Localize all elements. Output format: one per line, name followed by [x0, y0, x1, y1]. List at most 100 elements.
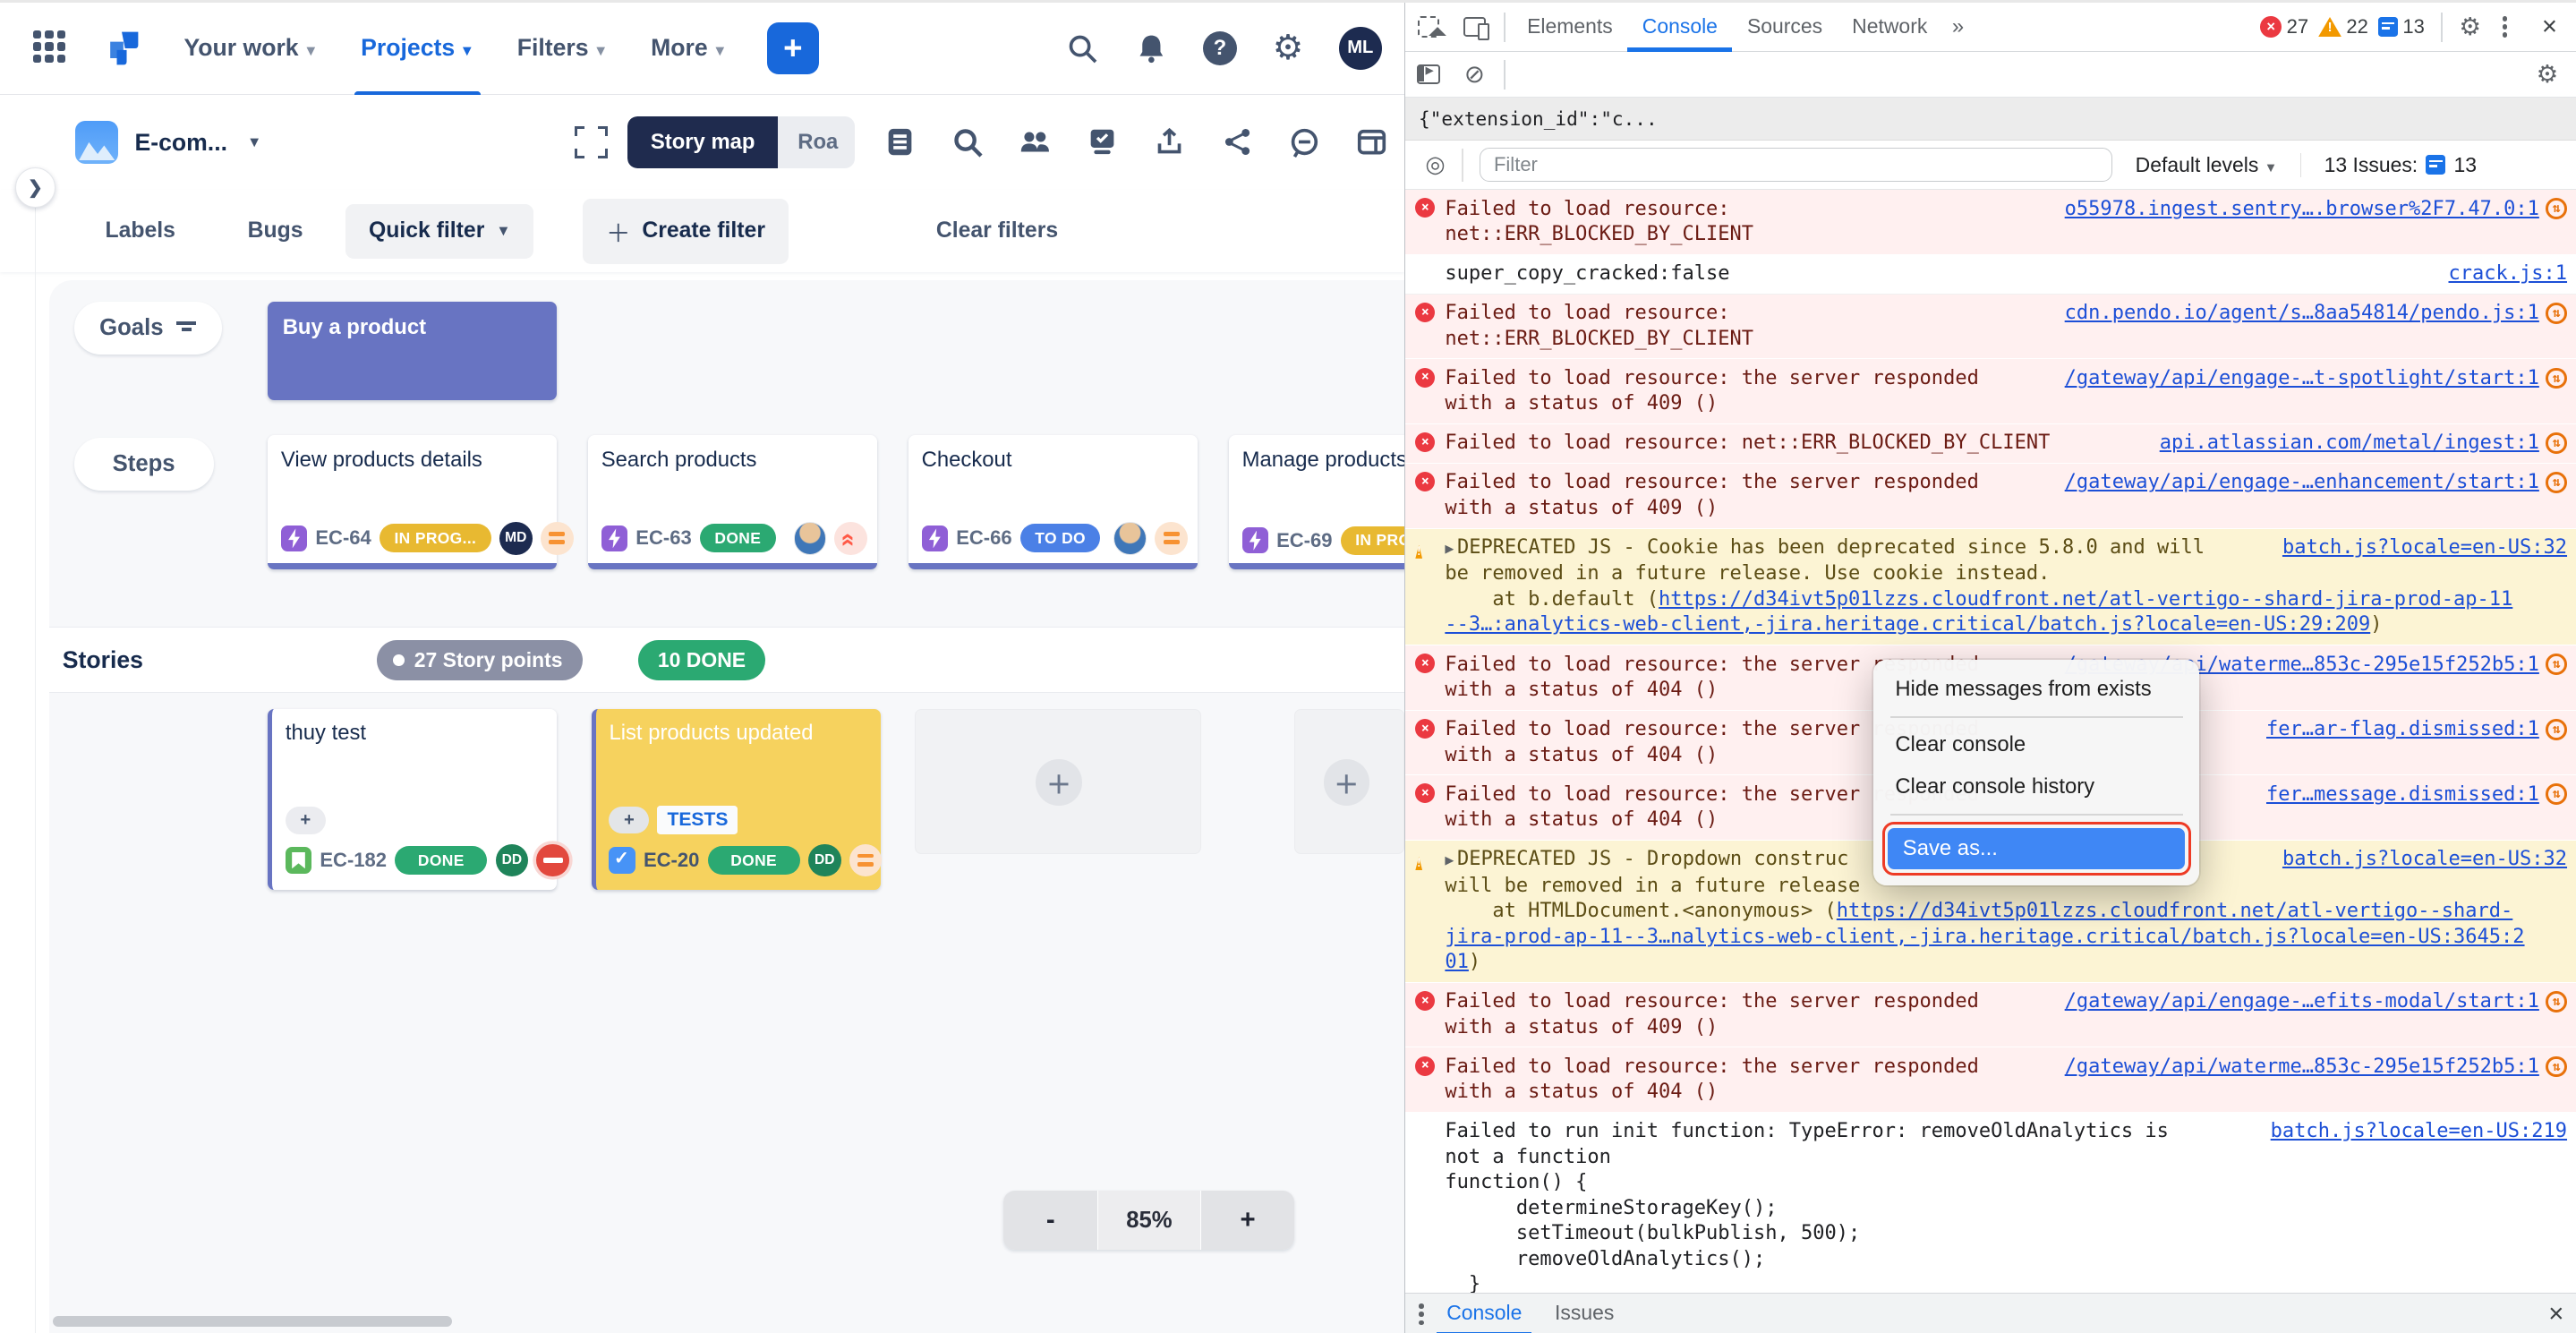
- quick-filter-button[interactable]: Quick filter▼: [345, 204, 533, 259]
- help-icon[interactable]: ?: [1203, 31, 1238, 66]
- chevron-down-icon[interactable]: ▼: [247, 134, 261, 151]
- goal-card[interactable]: Buy a product: [268, 302, 557, 400]
- devtools-settings-icon[interactable]: ⚙: [2459, 13, 2481, 41]
- log-message[interactable]: batch.js?locale=en-US:219Failed to run i…: [1405, 1113, 2576, 1293]
- source-link[interactable]: batch.js?locale=en-US:32: [2282, 535, 2567, 560]
- source-link[interactable]: fer…ar-flag.dismissed:1: [2266, 717, 2539, 742]
- zoom-in-button[interactable]: +: [1201, 1191, 1295, 1250]
- source-link[interactable]: fer…message.dismissed:1: [2266, 782, 2539, 807]
- clear-filters-button[interactable]: Clear filters: [907, 205, 1088, 256]
- search-icon[interactable]: [1064, 30, 1100, 66]
- board-search-icon[interactable]: [951, 126, 985, 159]
- log-message[interactable]: crack.js:1super_copy_cracked:false: [1405, 255, 2576, 295]
- assignee-avatar[interactable]: [794, 522, 827, 555]
- menu-item-hide-messages[interactable]: Hide messages from exists: [1873, 668, 2198, 709]
- tab-console[interactable]: Console: [1627, 3, 1732, 52]
- priority-medium-icon[interactable]: [541, 522, 574, 555]
- expand-caret-icon[interactable]: ▶: [1445, 540, 1454, 557]
- goals-row-header[interactable]: Goals: [74, 302, 222, 355]
- source-link[interactable]: crack.js:1: [2449, 261, 2568, 286]
- status-badge[interactable]: DONE: [395, 846, 487, 875]
- status-badge[interactable]: DONE: [708, 846, 800, 875]
- nav-filters[interactable]: Filters▼: [500, 21, 624, 75]
- error-message[interactable]: cdn.pendo.io/agent/s…8aa54814/pendo.js:1…: [1405, 295, 2576, 360]
- console-filter-input[interactable]: [1480, 148, 2112, 183]
- error-count-badge[interactable]: ×27: [2260, 15, 2308, 38]
- add-story-button[interactable]: ＋: [1324, 759, 1369, 805]
- devtools-menu-icon[interactable]: [2491, 16, 2519, 38]
- jira-logo-icon[interactable]: [102, 29, 145, 68]
- clear-console-icon[interactable]: ⊘: [1452, 53, 1497, 96]
- assignee-avatar[interactable]: DD: [496, 844, 529, 877]
- console-sidebar-icon[interactable]: [1405, 53, 1451, 96]
- tab-network[interactable]: Network: [1838, 3, 1942, 52]
- app-switcher-icon[interactable]: [33, 30, 69, 66]
- add-label-button[interactable]: +: [286, 807, 326, 833]
- tests-label[interactable]: TESTS: [657, 806, 738, 833]
- project-avatar[interactable]: [75, 121, 118, 164]
- user-avatar[interactable]: ML: [1339, 27, 1382, 70]
- expand-caret-icon[interactable]: ▶: [1445, 851, 1454, 868]
- status-badge[interactable]: DONE: [700, 524, 776, 552]
- error-message[interactable]: /gateway/api/engage-…t-spotlight/start:1…: [1405, 359, 2576, 424]
- step-card[interactable]: Manage productsEC-69IN PROG...: [1229, 435, 1404, 570]
- issue-key[interactable]: EC-182: [320, 849, 387, 872]
- issues-counter[interactable]: 13 Issues:13: [2300, 153, 2477, 177]
- priority-medium-icon[interactable]: [1155, 522, 1188, 555]
- notifications-bell-icon[interactable]: [1134, 30, 1170, 66]
- nav-projects[interactable]: Projects▼: [345, 21, 491, 75]
- source-link[interactable]: cdn.pendo.io/agent/s…8aa54814/pendo.js:1: [2065, 301, 2539, 326]
- execution-context-bar[interactable]: {"extension_id":"c...: [1405, 98, 2576, 141]
- summary-list-icon[interactable]: [884, 126, 917, 159]
- priority-medium-icon[interactable]: [849, 844, 883, 877]
- close-drawer-icon[interactable]: ×: [2536, 1299, 2576, 1329]
- assignee-avatar[interactable]: MD: [499, 522, 533, 555]
- error-message[interactable]: /gateway/api/engage-…enhancement/start:1…: [1405, 464, 2576, 529]
- story-map-toggle[interactable]: Story map: [627, 116, 778, 167]
- step-card[interactable]: CheckoutEC-66TO DO: [908, 435, 1198, 570]
- nav-your-work[interactable]: Your work▼: [167, 21, 335, 75]
- drawer-menu-icon[interactable]: [1405, 1303, 1430, 1325]
- steps-row-header[interactable]: Steps: [74, 438, 214, 491]
- live-expression-eye-icon[interactable]: ◎: [1405, 151, 1462, 178]
- create-button[interactable]: +: [767, 22, 820, 75]
- project-name[interactable]: E-com...: [134, 129, 227, 157]
- export-icon[interactable]: [1154, 126, 1187, 159]
- warning-message[interactable]: batch.js?locale=en-US:32!▶DEPRECATED JS …: [1405, 529, 2576, 645]
- menu-item-clear-history[interactable]: Clear console history: [1873, 766, 2198, 807]
- menu-item-save-as[interactable]: Save as...: [1888, 828, 2185, 869]
- bugs-filter[interactable]: Bugs: [218, 205, 333, 256]
- settings-gear-icon[interactable]: ⚙: [1270, 30, 1306, 66]
- tab-elements[interactable]: Elements: [1513, 3, 1628, 52]
- share-icon[interactable]: [1221, 126, 1254, 159]
- source-link[interactable]: /gateway/api/engage-…enhancement/start:1: [2065, 470, 2539, 495]
- error-message[interactable]: /gateway/api/waterme…853c-295e15f252b5:1…: [1405, 1047, 2576, 1113]
- console-settings-icon[interactable]: ⚙: [2531, 53, 2576, 96]
- card-check-icon[interactable]: [1086, 126, 1119, 159]
- assignee-avatar[interactable]: [1113, 522, 1147, 555]
- zoom-out-button[interactable]: -: [1003, 1191, 1097, 1250]
- drawer-tab-console[interactable]: Console: [1430, 1293, 1539, 1332]
- source-link[interactable]: api.atlassian.com/metal/ingest:1: [2160, 431, 2539, 456]
- horizontal-scrollbar[interactable]: [53, 1316, 452, 1328]
- step-card[interactable]: View products detailsEC-64IN PROG...MD: [268, 435, 557, 570]
- issue-key[interactable]: EC-66: [956, 526, 1011, 550]
- story-card-thuy-test[interactable]: thuy test + EC-182 DONE DD: [268, 709, 557, 890]
- team-icon[interactable]: [1019, 126, 1052, 159]
- menu-item-clear-console[interactable]: Clear console: [1873, 724, 2198, 765]
- labels-filter[interactable]: Labels: [75, 205, 205, 256]
- close-devtools-icon[interactable]: ×: [2529, 12, 2571, 42]
- step-card[interactable]: Search productsEC-63DONE: [588, 435, 877, 570]
- issue-key[interactable]: EC-64: [315, 526, 371, 550]
- error-message[interactable]: api.atlassian.com/metal/ingest:1⇅×Failed…: [1405, 424, 2576, 464]
- status-badge[interactable]: TO DO: [1020, 524, 1101, 552]
- views-panel-icon[interactable]: [1355, 126, 1388, 159]
- error-message[interactable]: /gateway/api/engage-…efits-modal/start:1…: [1405, 983, 2576, 1048]
- source-link[interactable]: /gateway/api/waterme…853c-295e15f252b5:1: [2065, 1055, 2539, 1080]
- source-link[interactable]: /gateway/api/engage-…efits-modal/start:1: [2065, 989, 2539, 1014]
- priority-highest-icon[interactable]: [834, 522, 867, 555]
- tab-sources[interactable]: Sources: [1732, 3, 1837, 52]
- log-levels-dropdown[interactable]: Default levels ▼: [2136, 153, 2278, 177]
- assignee-avatar[interactable]: DD: [808, 844, 841, 877]
- source-link[interactable]: batch.js?locale=en-US:32: [2282, 847, 2567, 872]
